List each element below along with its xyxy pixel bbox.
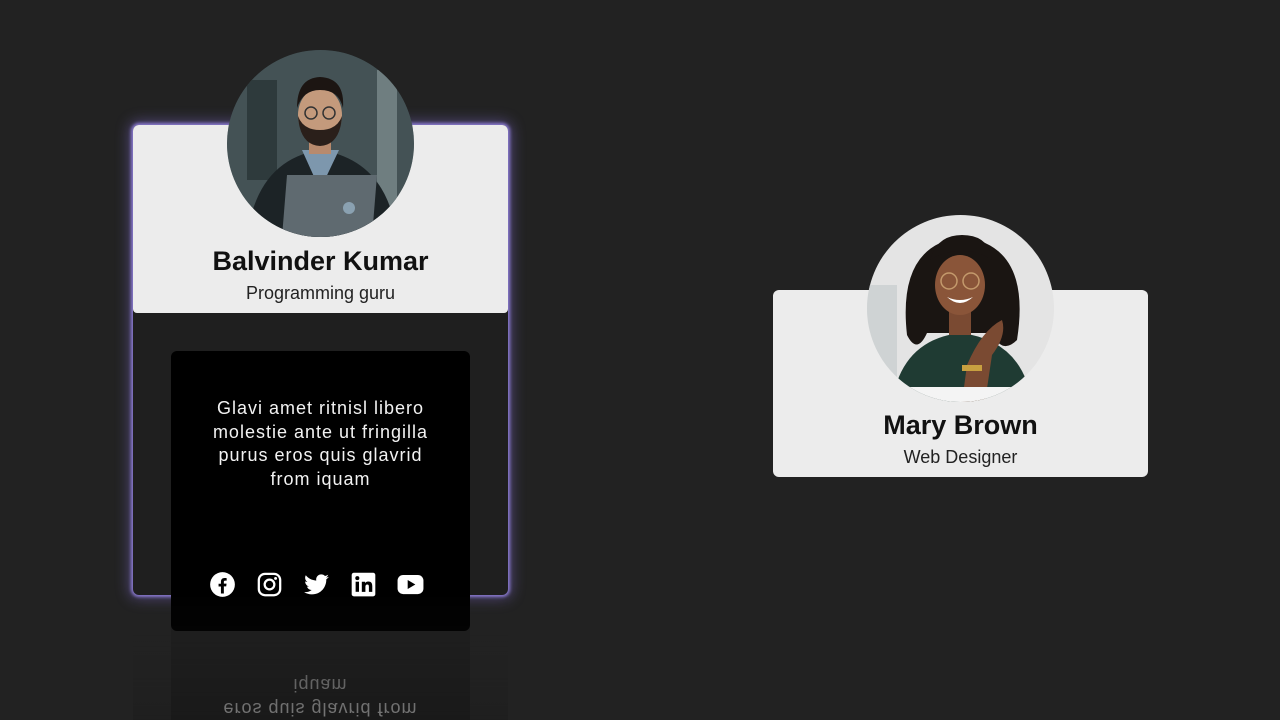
reflection-text: eros quis glavrid from iquam xyxy=(223,675,418,720)
page: Balvinder Kumar Programming guru Glavi a… xyxy=(0,0,1280,720)
profile-name: Mary Brown xyxy=(883,410,1038,440)
instagram-icon[interactable] xyxy=(256,571,283,598)
youtube-icon[interactable] xyxy=(397,571,424,598)
bio-text: Glavi amet ritnisl libero molestie ante … xyxy=(212,398,429,489)
profile-card-mary[interactable]: Mary Brown Web Designer xyxy=(773,215,1148,477)
profile-role: Web Designer xyxy=(903,447,1018,467)
profile-name: Balvinder Kumar xyxy=(212,246,429,276)
linkedin-icon[interactable] xyxy=(350,571,377,598)
twitter-icon[interactable] xyxy=(303,571,330,598)
social-links xyxy=(209,571,424,598)
card-reflection: eros quis glavrid from iquam xyxy=(133,597,508,720)
bio-panel: Glavi amet ritnisl libero molestie ante … xyxy=(171,351,470,631)
avatar-balvinder xyxy=(227,50,414,237)
profile-role: Programming guru xyxy=(245,283,396,303)
card-header: Balvinder Kumar Programming guru xyxy=(133,50,508,313)
facebook-icon[interactable] xyxy=(209,571,236,598)
avatar-mary xyxy=(867,215,1054,402)
